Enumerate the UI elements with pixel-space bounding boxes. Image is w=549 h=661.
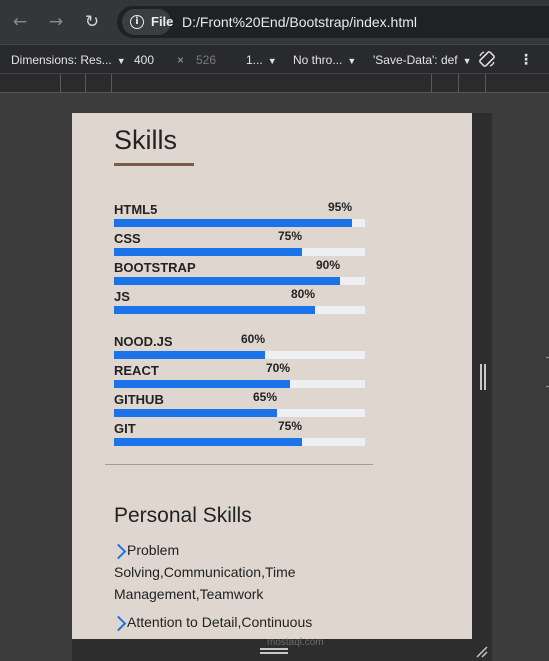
caret-down-icon: ▼	[462, 56, 472, 66]
progress-track	[114, 306, 365, 314]
skill-name: GIT	[114, 421, 136, 436]
resize-handle-bottom[interactable]	[260, 648, 288, 654]
ruler-tick	[485, 74, 486, 92]
zoom-dropdown[interactable]: 1... ▼	[246, 53, 277, 67]
personal-skill-item: Attention to Detail,Continuous	[127, 614, 313, 630]
skill-name: CSS	[114, 231, 141, 246]
skill-name: NOOD.JS	[114, 334, 173, 349]
ruler-tick	[85, 74, 86, 92]
caret-down-icon: ▼	[267, 56, 277, 66]
media-query-ruler	[0, 74, 549, 93]
skills-title: Skills	[114, 125, 178, 155]
dimension-separator: ×	[177, 53, 185, 67]
ruler-tick	[458, 74, 459, 92]
skill-percent: 80%	[290, 287, 315, 301]
chevron-right-icon	[110, 615, 127, 632]
progress-track	[114, 277, 365, 285]
skill-percent: 65%	[252, 390, 277, 404]
progress-track	[114, 409, 365, 417]
progress-track	[114, 351, 365, 359]
skill-row: GIT 75%	[114, 419, 365, 447]
progress-track	[114, 438, 365, 446]
resize-handle-right[interactable]	[480, 364, 486, 390]
forward-arrow-icon[interactable]: →	[45, 11, 67, 33]
height-input[interactable]: 526	[196, 53, 216, 67]
skill-percent: 75%	[277, 419, 302, 433]
progress-fill	[114, 219, 352, 227]
skill-name: JS	[114, 289, 130, 304]
progress-track	[114, 248, 365, 256]
file-label: File	[151, 14, 174, 29]
progress-fill	[114, 351, 265, 359]
skill-row: HTML5 95%	[114, 200, 365, 228]
skill-percent: 60%	[240, 332, 265, 346]
width-input[interactable]: 400	[134, 53, 154, 67]
zoom-label: 1...	[246, 53, 263, 67]
skill-percent: 75%	[277, 229, 302, 243]
save-data-label: 'Save-Data': def	[373, 53, 458, 67]
skill-name: HTML5	[114, 202, 158, 217]
progress-fill	[114, 277, 340, 285]
skill-percent: 90%	[315, 258, 340, 272]
dimensions-dropdown[interactable]: Dimensions: Res... ▼	[11, 53, 126, 67]
progress-fill	[114, 306, 315, 314]
watermark: mostaql.com	[267, 637, 324, 648]
resize-corner-icon[interactable]	[474, 644, 488, 658]
device-viewport: Skills HTML5 95% CSS 75% BOOTSTRAP 90% JS 80% NO…	[72, 113, 472, 639]
skill-name: BOOTSTRAP	[114, 260, 196, 275]
skill-row: NOOD.JS 60%	[114, 332, 365, 360]
section-divider	[105, 464, 373, 465]
ruler-tick	[111, 74, 112, 92]
caret-down-icon: ▼	[116, 56, 126, 66]
address-bar[interactable]: i File D:/Front%20End/Bootstrap/index.ht…	[117, 6, 549, 38]
ruler-tick	[60, 74, 61, 92]
save-data-dropdown[interactable]: 'Save-Data': def ▼	[373, 53, 472, 67]
back-arrow-icon[interactable]: ←	[9, 11, 31, 33]
progress-fill	[114, 409, 277, 417]
skill-row: JS 80%	[114, 287, 365, 315]
device-toolbar: Dimensions: Res... ▼ 400 × 526 1... ▼ No t…	[0, 44, 549, 74]
personal-skills-title: Personal Skills	[114, 504, 252, 527]
skill-row: CSS 75%	[114, 229, 365, 257]
skill-percent: 95%	[327, 200, 352, 214]
title-underline	[114, 163, 194, 166]
caret-down-icon: ▼	[347, 56, 357, 66]
skill-percent: 70%	[265, 361, 290, 375]
skill-row: REACT 70%	[114, 361, 365, 389]
skill-name: GITHUB	[114, 392, 164, 407]
progress-track	[114, 219, 365, 227]
personal-skill-item: Problem Solving,Communication,Time Manag…	[114, 542, 296, 602]
skill-name: REACT	[114, 363, 159, 378]
url-text[interactable]: D:/Front%20End/Bootstrap/index.html	[182, 14, 417, 30]
ruler-tick	[431, 74, 432, 92]
progress-fill	[114, 380, 290, 388]
progress-fill	[114, 438, 302, 446]
skill-row: BOOTSTRAP 90%	[114, 258, 365, 286]
progress-fill	[114, 248, 302, 256]
throttle-label: No thro...	[293, 53, 343, 67]
more-vert-icon[interactable]: ⋮	[519, 51, 533, 69]
throttle-dropdown[interactable]: No thro... ▼	[293, 53, 356, 67]
info-icon: i	[130, 15, 144, 29]
reload-icon[interactable]: ↻	[81, 11, 103, 33]
rotate-icon[interactable]	[478, 50, 496, 68]
dimensions-label: Dimensions: Res...	[11, 53, 112, 67]
progress-track	[114, 380, 365, 388]
skill-row: GITHUB 65%	[114, 390, 365, 418]
site-info-chip[interactable]: i File	[122, 9, 174, 35]
browser-toolbar: ← → ↻ i File D:/Front%20End/Bootstrap/in…	[0, 0, 549, 44]
